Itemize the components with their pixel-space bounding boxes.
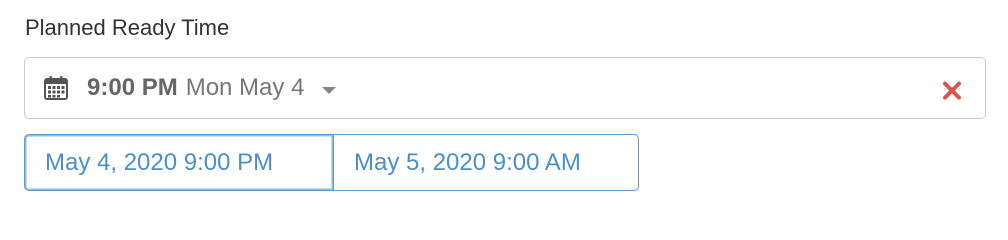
- selected-time: 9:00 PM: [87, 74, 178, 101]
- selected-date: Mon May 4: [185, 74, 305, 101]
- quick-option-button[interactable]: May 4, 2020 9:00 PM: [24, 134, 334, 191]
- ready-time-picker[interactable]: 9:00 PM Mon May 4: [24, 57, 986, 119]
- field-label: Planned Ready Time: [25, 15, 230, 40]
- chevron-down-icon[interactable]: [322, 86, 337, 94]
- quick-option-button[interactable]: May 5, 2020 9:00 AM: [334, 134, 639, 191]
- calendar-icon: [43, 75, 69, 101]
- quick-select-group: May 4, 2020 9:00 PM May 5, 2020 9:00 AM: [24, 134, 639, 191]
- clear-icon[interactable]: [941, 80, 963, 102]
